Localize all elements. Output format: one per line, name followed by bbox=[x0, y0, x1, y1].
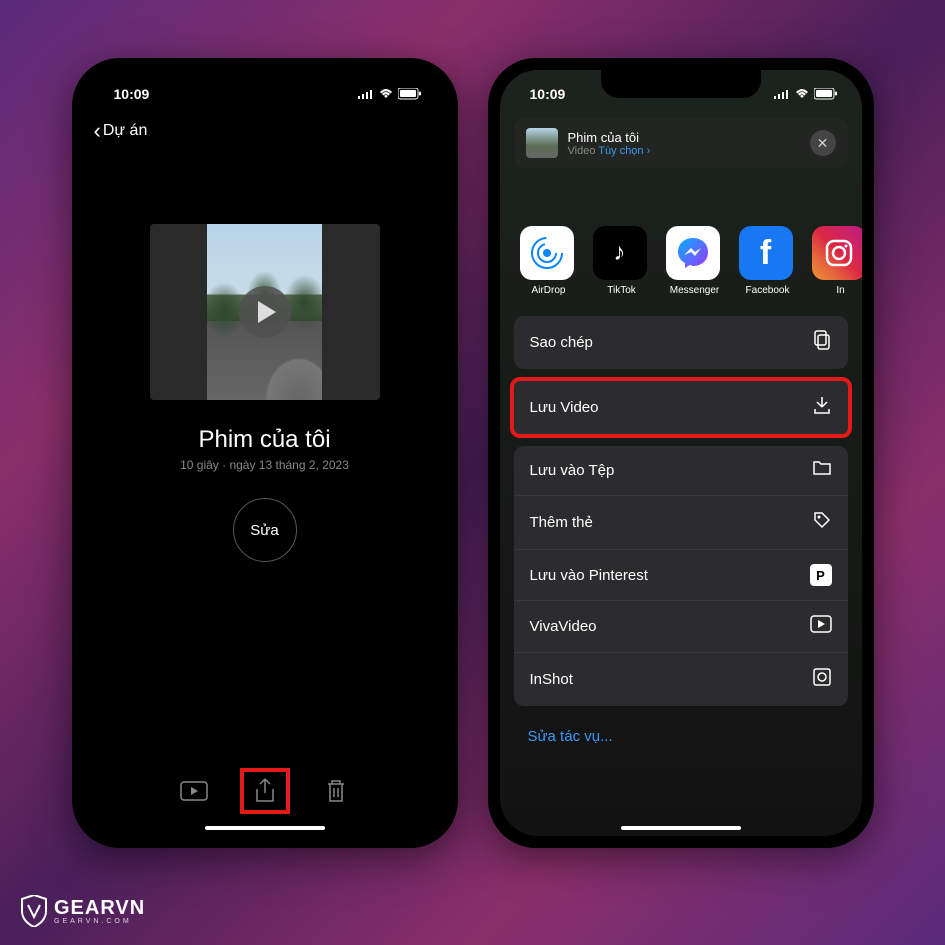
share-options-link[interactable]: Tùy chọn › bbox=[598, 145, 650, 157]
brand-logo: GEARVN GEARVN.COM bbox=[20, 895, 145, 927]
facebook-app[interactable]: f Facebook bbox=[739, 226, 797, 296]
phone-screen-left: 10:09 ‹ Dự án Phim của tôi bbox=[84, 70, 446, 836]
battery-icon bbox=[814, 88, 838, 100]
inshot-action[interactable]: InShot bbox=[514, 653, 848, 706]
movie-title: Phim của tôi bbox=[198, 426, 330, 454]
wifi-icon bbox=[378, 88, 394, 100]
save-to-files-action[interactable]: Lưu vào Tệp bbox=[514, 446, 848, 496]
status-time: 10:09 bbox=[530, 86, 566, 102]
tag-icon bbox=[812, 510, 832, 535]
save-video-label: Lưu Video bbox=[530, 399, 599, 416]
brand-name: GEARVN bbox=[54, 898, 145, 918]
trash-icon bbox=[325, 778, 347, 804]
logo-shield-icon bbox=[20, 895, 48, 927]
inshot-icon bbox=[812, 667, 832, 692]
notch bbox=[185, 70, 345, 98]
close-button[interactable]: ✕ bbox=[810, 130, 836, 156]
cellular-icon bbox=[358, 89, 374, 99]
actions-list: Lưu vào Tệp Thêm thẻ Lưu vào Pinterest bbox=[514, 446, 848, 706]
instagram-app[interactable]: In bbox=[812, 226, 862, 296]
copy-action[interactable]: Sao chép bbox=[514, 316, 848, 369]
share-subtitle: Video Tùy chọn › bbox=[568, 145, 810, 157]
status-indicators bbox=[774, 88, 838, 100]
airdrop-icon bbox=[520, 226, 574, 280]
status-indicators bbox=[358, 88, 422, 100]
status-time: 10:09 bbox=[114, 86, 150, 102]
folder-icon bbox=[812, 460, 832, 481]
facebook-icon: f bbox=[739, 226, 793, 280]
messenger-app[interactable]: Messenger bbox=[666, 226, 724, 296]
video-thumbnail[interactable] bbox=[150, 224, 380, 400]
notch bbox=[601, 70, 761, 98]
close-icon: ✕ bbox=[817, 135, 829, 152]
save-video-highlight: Lưu Video bbox=[510, 377, 852, 438]
instagram-icon bbox=[812, 226, 862, 280]
save-video-action[interactable]: Lưu Video bbox=[514, 381, 848, 434]
play-rect-icon bbox=[180, 781, 208, 801]
share-title: Phim của tôi bbox=[568, 130, 810, 145]
airdrop-app[interactable]: AirDrop bbox=[520, 226, 578, 296]
edit-button-label: Sửa bbox=[250, 522, 278, 539]
copy-action-group: Sao chép bbox=[514, 316, 848, 369]
play-icon[interactable] bbox=[239, 286, 291, 338]
brand-site: GEARVN.COM bbox=[54, 918, 145, 925]
movie-metadata: 10 giây · ngày 13 tháng 2, 2023 bbox=[180, 458, 349, 472]
tiktok-icon: ♪ bbox=[593, 226, 647, 280]
tiktok-app[interactable]: ♪ TikTok bbox=[593, 226, 651, 296]
download-icon bbox=[812, 395, 832, 420]
phone-screen-right: 10:09 Phim của tôi Video Tùy chọn › bbox=[500, 70, 862, 836]
share-button-highlight bbox=[240, 768, 290, 814]
add-tag-action[interactable]: Thêm thẻ bbox=[514, 496, 848, 550]
wifi-icon bbox=[794, 88, 810, 100]
save-pinterest-action[interactable]: Lưu vào Pinterest P bbox=[514, 550, 848, 601]
play-project-button[interactable] bbox=[178, 777, 210, 805]
cellular-icon bbox=[774, 89, 790, 99]
share-header-text: Phim của tôi Video Tùy chọn › bbox=[568, 130, 810, 157]
share-icon bbox=[254, 777, 276, 805]
phones-container: 10:09 ‹ Dự án Phim của tôi bbox=[0, 0, 945, 848]
share-app-row[interactable]: AirDrop ♪ TikTok Messenger f Face bbox=[500, 168, 862, 308]
share-button[interactable] bbox=[249, 777, 281, 805]
pinterest-icon: P bbox=[810, 564, 832, 586]
vivavideo-action[interactable]: VivaVideo bbox=[514, 601, 848, 653]
battery-icon bbox=[398, 88, 422, 100]
home-indicator[interactable] bbox=[205, 826, 325, 830]
copy-icon bbox=[812, 330, 832, 355]
home-indicator[interactable] bbox=[621, 826, 741, 830]
edit-button[interactable]: Sửa bbox=[233, 498, 297, 562]
share-thumbnail bbox=[526, 128, 558, 158]
phone-frame-right: 10:09 Phim của tôi Video Tùy chọn › bbox=[488, 58, 874, 848]
phone-frame-left: 10:09 ‹ Dự án Phim của tôi bbox=[72, 58, 458, 848]
bottom-toolbar bbox=[84, 768, 446, 814]
delete-button[interactable] bbox=[320, 777, 352, 805]
copy-label: Sao chép bbox=[530, 334, 593, 351]
messenger-icon bbox=[666, 226, 720, 280]
navigation-bar[interactable]: ‹ Dự án bbox=[84, 110, 446, 152]
back-button-label[interactable]: Dự án bbox=[103, 122, 148, 140]
project-content: Phim của tôi 10 giây · ngày 13 tháng 2, … bbox=[84, 152, 446, 562]
edit-tasks-link[interactable]: Sửa tác vụ... bbox=[500, 714, 862, 759]
back-chevron-icon[interactable]: ‹ bbox=[94, 118, 101, 144]
share-sheet-header: Phim của tôi Video Tùy chọn › ✕ bbox=[514, 118, 848, 168]
vivavideo-icon bbox=[810, 615, 832, 638]
